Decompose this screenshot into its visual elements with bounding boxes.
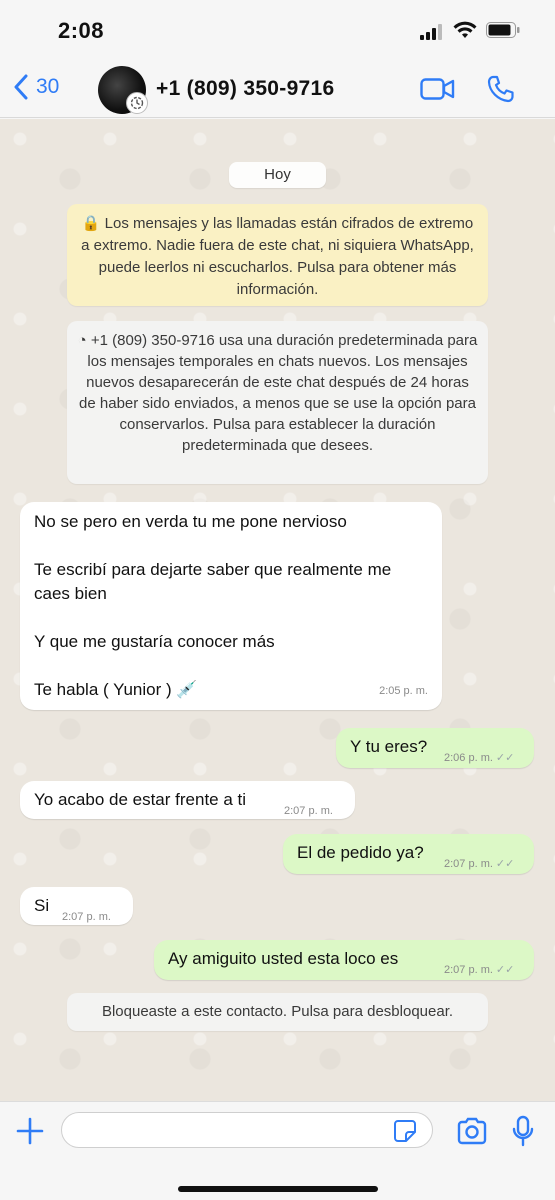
message-text: Te escribí para dejarte saber que realme… — [34, 560, 392, 603]
message-time: 2:07 p. m. — [284, 805, 333, 817]
message-time: 2:07 p. m. — [444, 964, 493, 976]
message-bubble-incoming[interactable]: No se pero en verda tu me pone nervioso … — [20, 502, 442, 710]
timer-icon: ◔ — [77, 332, 91, 349]
chat-area[interactable]: Hoy 🔒 Los mensajes y las llamadas están … — [0, 119, 555, 1101]
camera-icon[interactable] — [456, 1117, 488, 1145]
message-bubble-incoming[interactable]: Si 2:07 p. m. — [20, 887, 133, 925]
chat-header: 30 +1 (809) 350-9716 — [0, 62, 555, 118]
sticker-icon[interactable] — [393, 1119, 417, 1143]
wifi-icon — [453, 21, 477, 38]
status-bar: 2:08 — [0, 0, 555, 62]
microphone-icon[interactable] — [512, 1115, 534, 1147]
read-receipt-icon: ✓✓ — [495, 858, 515, 870]
battery-icon — [486, 22, 520, 38]
disappearing-messages-notice[interactable]: ◔ +1 (809) 350-9716 usa una duración pre… — [67, 321, 488, 484]
composer-bar — [0, 1101, 555, 1200]
message-text: Y que me gustaría conocer más — [34, 632, 275, 651]
unread-count: 30 — [36, 75, 60, 98]
read-receipt-icon: ✓✓ — [495, 964, 515, 976]
status-time: 2:08 — [58, 18, 105, 43]
message-text: El de pedido ya? — [297, 843, 424, 862]
message-time: 2:06 p. m. — [444, 752, 493, 764]
cellular-signal-icon — [420, 24, 442, 40]
plus-icon[interactable] — [14, 1115, 46, 1147]
message-bubble-outgoing[interactable]: El de pedido ya? 2:07 p. m. ✓✓ — [283, 834, 534, 874]
message-text: Te habla ( Yunior ) 💉 — [34, 680, 198, 699]
disappearing-timer-icon — [126, 92, 148, 114]
phone-call-icon[interactable] — [486, 74, 516, 104]
date-pill: Hoy — [229, 162, 326, 188]
contact-name[interactable]: +1 (809) 350-9716 — [156, 77, 334, 101]
blocked-contact-banner[interactable]: Bloqueaste a este contacto. Pulsa para d… — [67, 993, 488, 1031]
video-call-icon[interactable] — [420, 76, 456, 102]
message-text: No se pero en verda tu me pone nervioso — [34, 512, 347, 531]
message-text: Y tu eres? — [350, 737, 428, 756]
message-text: Ay amiguito usted esta loco es — [168, 949, 399, 968]
message-input[interactable] — [61, 1112, 433, 1148]
message-bubble-incoming[interactable]: Yo acabo de estar frente a ti 2:07 p. m. — [20, 781, 355, 819]
message-time: 2:05 p. m. — [379, 685, 428, 697]
message-bubble-outgoing[interactable]: Y tu eres? 2:06 p. m. ✓✓ — [336, 728, 534, 768]
message-text: Yo acabo de estar frente a ti — [34, 790, 247, 809]
encryption-notice[interactable]: 🔒 Los mensajes y las llamadas están cifr… — [67, 204, 488, 306]
message-bubble-outgoing[interactable]: Ay amiguito usted esta loco es 2:07 p. m… — [154, 940, 534, 980]
back-button[interactable]: 30 — [14, 74, 59, 100]
message-text: Si — [34, 896, 50, 915]
message-time: 2:07 p. m. — [62, 911, 111, 923]
message-time: 2:07 p. m. — [444, 858, 493, 870]
home-indicator — [178, 1186, 378, 1192]
read-receipt-icon: ✓✓ — [495, 752, 515, 764]
chevron-left-icon — [14, 74, 28, 100]
